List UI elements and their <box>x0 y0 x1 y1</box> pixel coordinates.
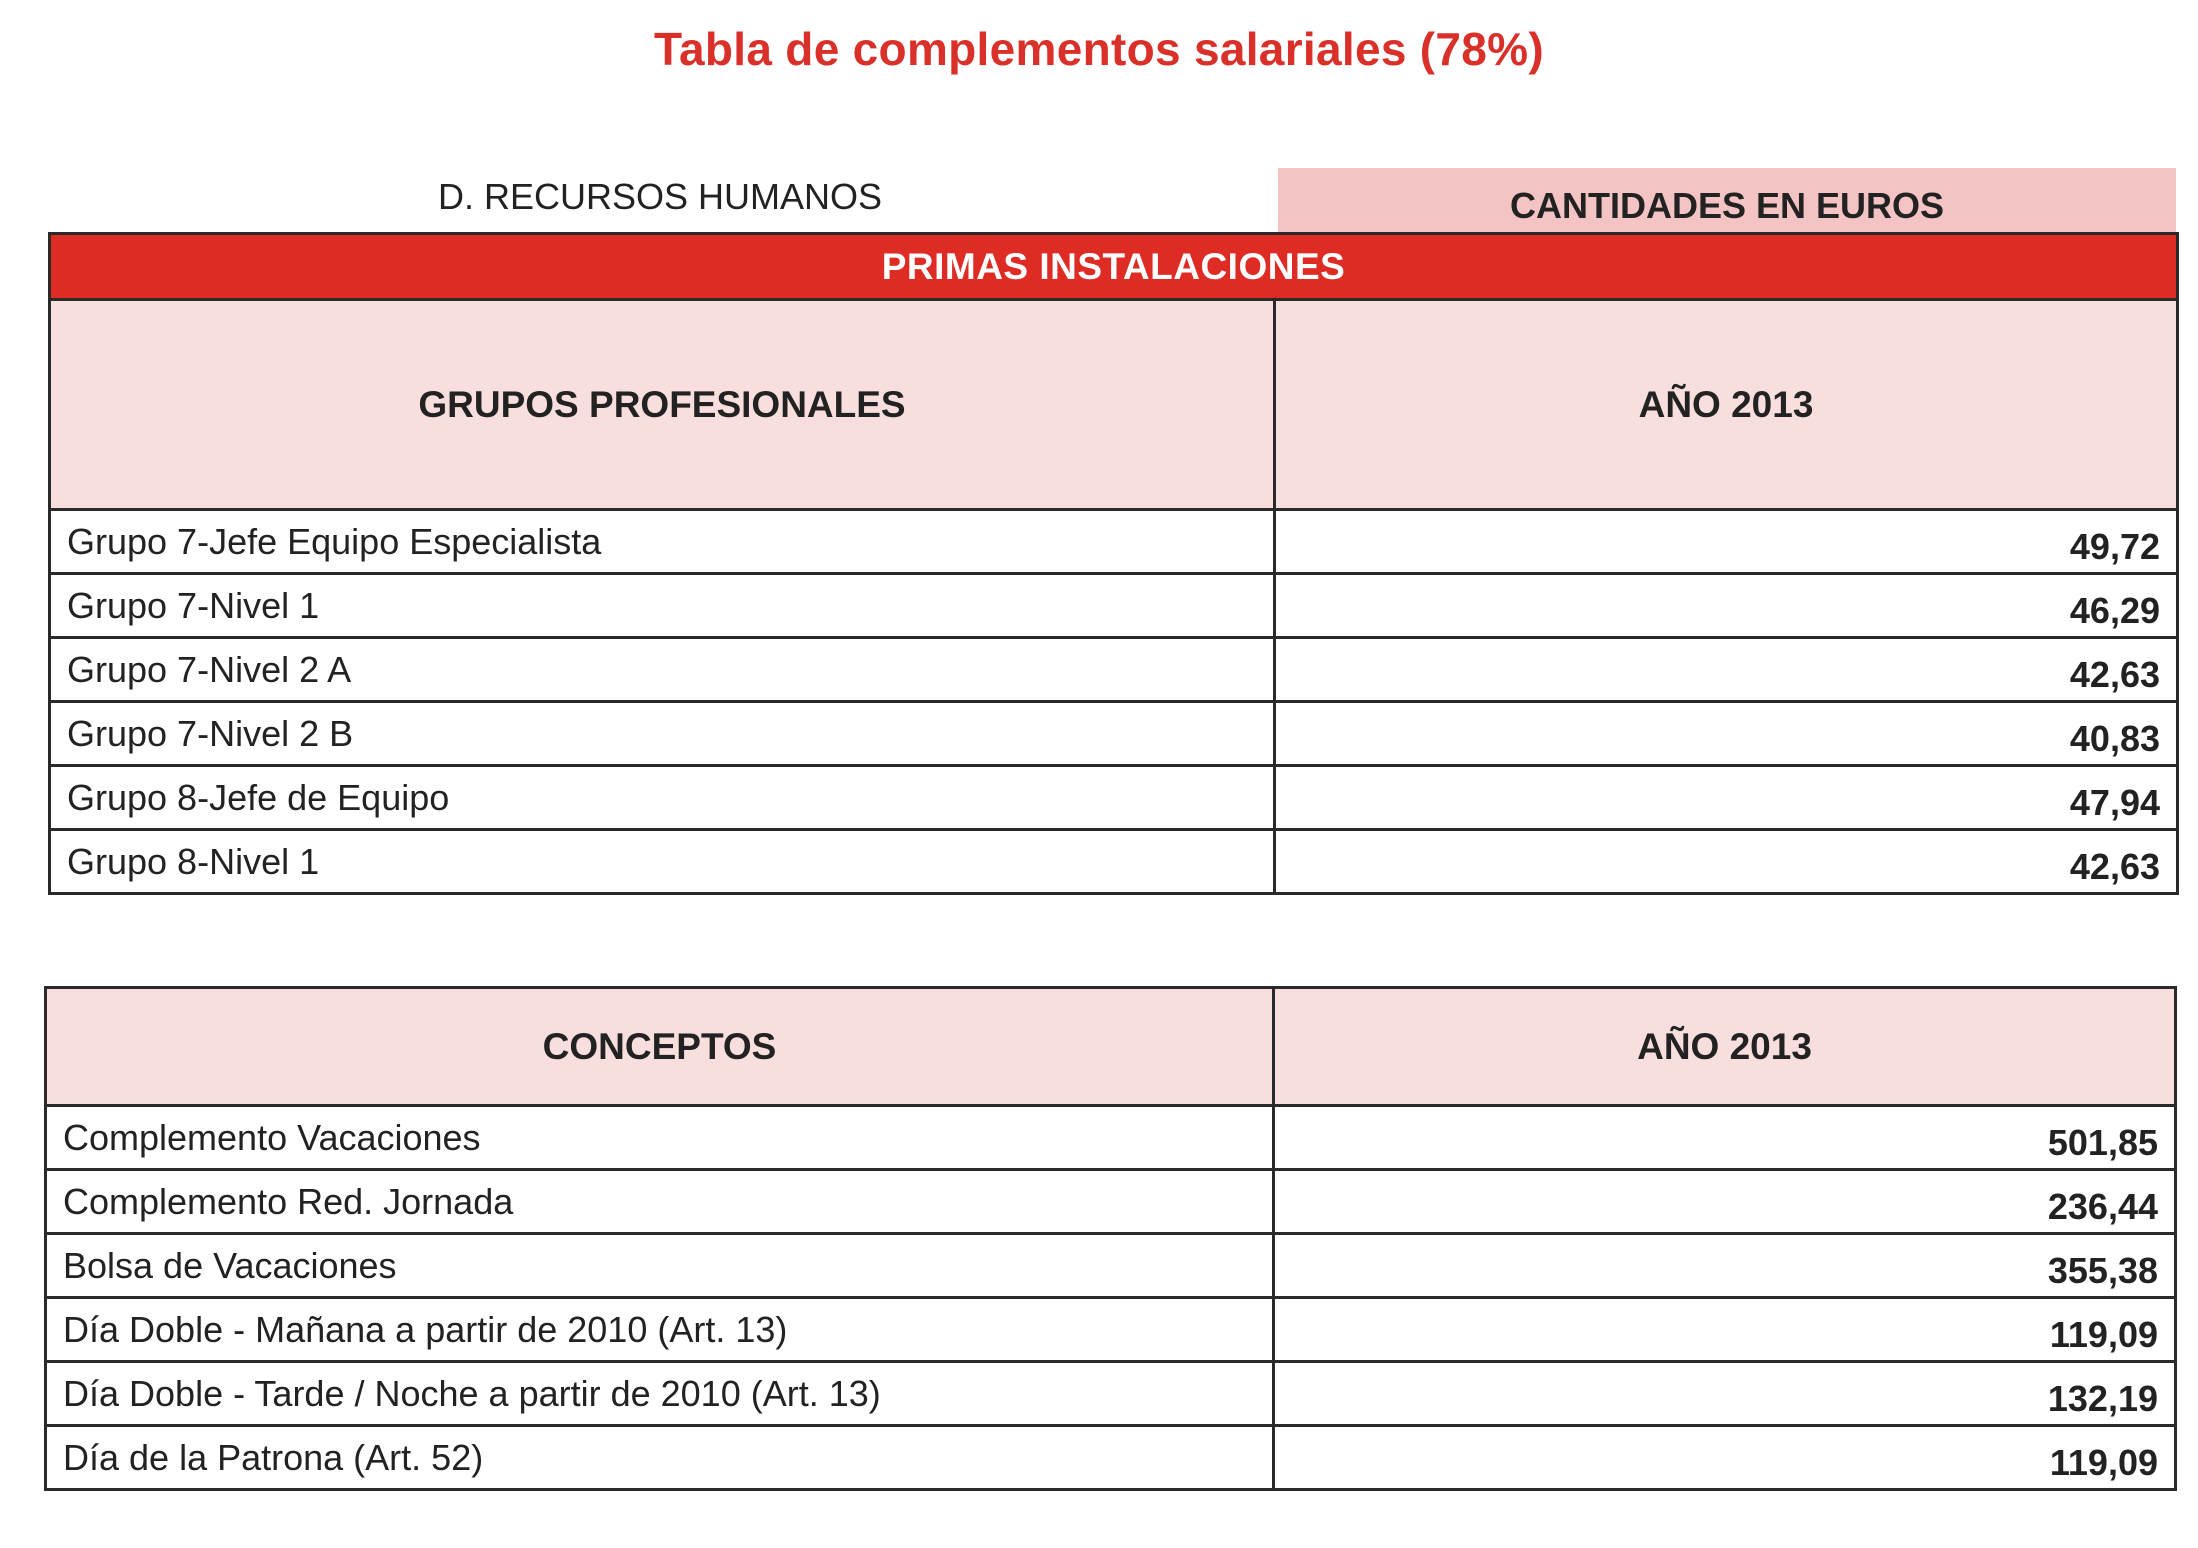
year-header: AÑO 2013 <box>1272 986 2177 1107</box>
conceptos-header: CONCEPTOS <box>44 986 1275 1107</box>
concepto-label: Día Doble - Mañana a partir de 2010 (Art… <box>44 1296 1275 1363</box>
grupo-label: Grupo 7-Nivel 1 <box>48 572 1276 639</box>
table-row: Día Doble - Mañana a partir de 2010 (Art… <box>44 1296 2177 1363</box>
department-label: D. RECURSOS HUMANOS <box>437 176 883 217</box>
grupos-header: GRUPOS PROFESIONALES <box>48 298 1276 511</box>
table-row: Complemento Vacaciones 501,85 <box>44 1104 2177 1171</box>
table-row: Grupo 7-Jefe Equipo Especialista 49,72 <box>48 508 2179 575</box>
amount-value: 46,29 <box>1273 572 2179 639</box>
concepto-label: Día de la Patrona (Art. 52) <box>44 1424 1275 1491</box>
conceptos-table: CONCEPTOS AÑO 2013 Complemento Vacacione… <box>44 986 2177 1491</box>
amount-value: 119,09 <box>1272 1296 2177 1363</box>
amount-value: 236,44 <box>1272 1168 2177 1235</box>
grupo-label: Grupo 8-Nivel 1 <box>48 828 1276 895</box>
primas-table: PRIMAS INSTALACIONES GRUPOS PROFESIONALE… <box>48 232 2179 895</box>
grupo-label: Grupo 7-Nivel 2 A <box>48 636 1276 703</box>
table-row: Grupo 8-Nivel 1 42,63 <box>48 828 2179 895</box>
amount-value: 47,94 <box>1273 764 2179 831</box>
table-row: Grupo 7-Nivel 1 46,29 <box>48 572 2179 639</box>
table-row: Bolsa de Vacaciones 355,38 <box>44 1232 2177 1299</box>
amount-value: 40,83 <box>1273 700 2179 767</box>
amount-value: 42,63 <box>1273 828 2179 895</box>
table-row: Grupo 7-Nivel 2 B 40,83 <box>48 700 2179 767</box>
conceptos-column-header-row: CONCEPTOS AÑO 2013 <box>44 986 2177 1107</box>
units-label: CANTIDADES EN EUROS <box>1278 168 2176 234</box>
table-row: Día Doble - Tarde / Noche a partir de 20… <box>44 1360 2177 1427</box>
grupo-label: Grupo 8-Jefe de Equipo <box>48 764 1276 831</box>
amount-value: 355,38 <box>1272 1232 2177 1299</box>
primas-column-header-row: GRUPOS PROFESIONALES AÑO 2013 <box>48 298 2179 511</box>
concepto-label: Día Doble - Tarde / Noche a partir de 20… <box>44 1360 1275 1427</box>
grupo-label: Grupo 7-Nivel 2 B <box>48 700 1276 767</box>
concepto-label: Complemento Vacaciones <box>44 1104 1275 1171</box>
amount-value: 42,63 <box>1273 636 2179 703</box>
amount-value: 501,85 <box>1272 1104 2177 1171</box>
primas-section-title: PRIMAS INSTALACIONES <box>48 232 2179 301</box>
concepto-label: Bolsa de Vacaciones <box>44 1232 1275 1299</box>
table-row: Complemento Red. Jornada 236,44 <box>44 1168 2177 1235</box>
concepto-label: Complemento Red. Jornada <box>44 1168 1275 1235</box>
table-row: Grupo 7-Nivel 2 A 42,63 <box>48 636 2179 703</box>
table-row: Grupo 8-Jefe de Equipo 47,94 <box>48 764 2179 831</box>
amount-value: 119,09 <box>1272 1424 2177 1491</box>
amount-value: 49,72 <box>1273 508 2179 575</box>
amount-value: 132,19 <box>1272 1360 2177 1427</box>
page-title: Tabla de complementos salariales (78%) <box>653 23 1544 75</box>
primas-section-header-row: PRIMAS INSTALACIONES <box>48 232 2179 301</box>
grupo-label: Grupo 7-Jefe Equipo Especialista <box>48 508 1276 575</box>
table-row: Día de la Patrona (Art. 52) 119,09 <box>44 1424 2177 1491</box>
year-header: AÑO 2013 <box>1273 298 2179 511</box>
